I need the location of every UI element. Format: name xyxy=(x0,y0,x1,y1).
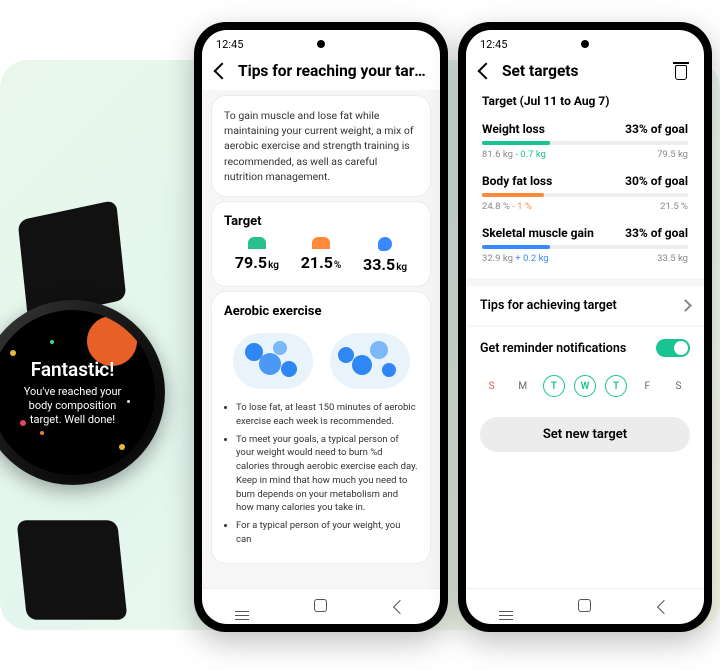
goal-bodyfat-loss[interactable]: Body fat loss30% of goal 24.8 % - 1 %21.… xyxy=(482,168,688,220)
home-button[interactable] xyxy=(308,597,334,616)
tips-row[interactable]: Tips for achieving target xyxy=(466,286,704,325)
recent-apps-button[interactable] xyxy=(493,597,519,616)
intro-text: To gain muscle and lose fat while mainta… xyxy=(224,108,418,184)
list-item: For a typical person of your weight, you… xyxy=(236,519,418,547)
phone-camera xyxy=(581,40,589,48)
page-title: Tips for reaching your targets xyxy=(238,62,426,80)
target-period: Target (Jul 11 to Aug 7) xyxy=(466,90,704,116)
reminder-toggle[interactable] xyxy=(656,339,690,357)
weekday-picker: S M T W T F S xyxy=(466,369,704,407)
weekday-sun[interactable]: S xyxy=(481,375,503,397)
back-button[interactable] xyxy=(387,597,413,616)
status-time: 12:45 xyxy=(216,38,243,51)
chevron-right-icon xyxy=(679,299,692,312)
back-button[interactable] xyxy=(651,597,677,616)
aerobic-heading: Aerobic exercise xyxy=(224,304,418,319)
back-icon[interactable] xyxy=(478,63,495,80)
intro-card: To gain muscle and lose fat while mainta… xyxy=(212,96,430,196)
home-button[interactable] xyxy=(572,597,598,616)
android-navbar xyxy=(202,588,440,624)
delete-icon[interactable] xyxy=(672,62,690,80)
metric-muscle: 33.5kg xyxy=(363,237,407,274)
phone-set-targets: 12:45 Set targets Target (Jul 11 to Aug … xyxy=(458,22,712,632)
metric-weight: 79.5kg xyxy=(235,237,279,274)
weekday-wed[interactable]: W xyxy=(574,375,596,397)
back-icon[interactable] xyxy=(214,63,231,80)
target-heading: Target xyxy=(224,214,418,229)
aerobic-bullets: To lose fat, at least 150 minutes of aer… xyxy=(224,401,418,547)
metric-bodyfat: 21.5% xyxy=(301,237,342,274)
muscle-icon xyxy=(378,237,392,251)
set-new-target-button[interactable]: Set new target xyxy=(480,417,690,452)
goal-muscle-gain[interactable]: Skeletal muscle gain33% of goal 32.9 kg … xyxy=(482,220,688,272)
reminder-row[interactable]: Get reminder notifications xyxy=(466,327,704,369)
weekday-thu[interactable]: T xyxy=(605,375,627,397)
phone-tips: 12:45 Tips for reaching your targets To … xyxy=(194,22,448,632)
goal-weight-loss[interactable]: Weight loss33% of goal 81.6 kg - 0.7 kg7… xyxy=(482,116,688,168)
list-item: To lose fat, at least 150 minutes of aer… xyxy=(236,401,418,429)
android-navbar xyxy=(466,588,704,624)
phone-camera xyxy=(317,40,325,48)
weekday-mon[interactable]: M xyxy=(512,375,534,397)
weekday-tue[interactable]: T xyxy=(543,375,565,397)
status-time: 12:45 xyxy=(480,38,507,51)
page-title: Set targets xyxy=(502,62,662,80)
target-card: Target 79.5kg 21.5% 33.5kg xyxy=(212,202,430,286)
recent-apps-button[interactable] xyxy=(229,597,255,616)
weekday-fri[interactable]: F xyxy=(636,375,658,397)
aerobic-illustration xyxy=(224,327,418,395)
list-item: To meet your goals, a typical person of … xyxy=(236,433,418,516)
bodyfat-icon xyxy=(312,237,330,249)
aerobic-card: Aerobic exercise xyxy=(212,292,430,563)
weight-icon xyxy=(248,237,266,249)
weekday-sat[interactable]: S xyxy=(667,375,689,397)
